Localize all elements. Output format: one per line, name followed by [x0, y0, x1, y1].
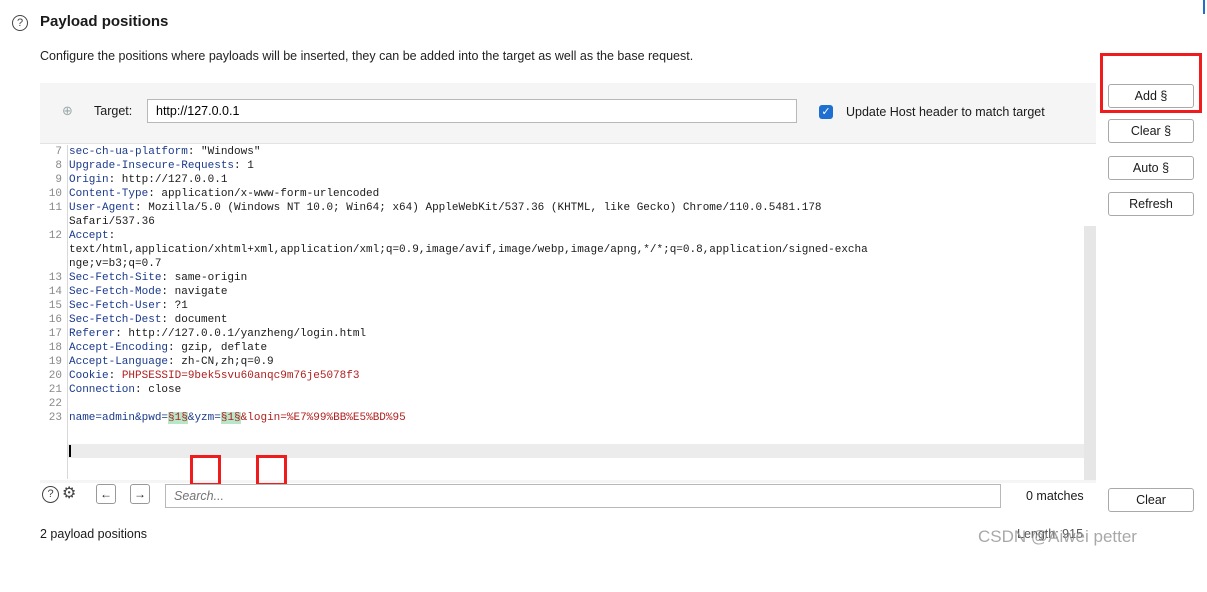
watermark: CSDN @Aiwei petter — [978, 527, 1137, 546]
add-marker-button[interactable]: Add § — [1108, 84, 1194, 108]
payload-positions-count: 2 payload positions — [40, 527, 148, 541]
search-next-button[interactable]: → — [130, 484, 150, 504]
request-lines: 7 sec-ch-ua-platform: "Windows" 8 Upgrade-… — [48, 146, 868, 424]
refresh-button[interactable]: Refresh — [1108, 192, 1194, 216]
target-crosshair-icon: ⊕ — [62, 103, 73, 118]
annotation-box-marker-2 — [256, 455, 287, 486]
update-host-checkbox[interactable]: ✓ — [819, 105, 833, 119]
section-title: Payload positions — [40, 13, 169, 30]
arrow-left-icon: ← — [100, 487, 112, 501]
payload-marker: §1§ — [220, 412, 241, 424]
update-host-label: Update Host header to match target — [846, 105, 1045, 119]
section-description: Configure the positions where payloads w… — [40, 49, 694, 63]
search-help-icon[interactable]: ? — [42, 486, 59, 503]
search-previous-button[interactable]: ← — [96, 484, 116, 504]
target-label: Target: — [94, 104, 133, 118]
window-edge — [1203, 0, 1205, 14]
search-input[interactable] — [165, 484, 1001, 508]
text-caret — [69, 445, 71, 457]
annotation-box-marker-1 — [190, 455, 221, 486]
target-input[interactable] — [147, 99, 797, 123]
settings-gear-icon[interactable]: ⚙ — [62, 484, 82, 504]
editor-scrollbar[interactable] — [1084, 226, 1096, 480]
clear-markers-button[interactable]: Clear § — [1108, 119, 1194, 143]
match-count: 0 matches — [1026, 489, 1084, 503]
payload-marker: §1§ — [168, 412, 188, 424]
clear-search-button[interactable]: Clear — [1108, 488, 1194, 512]
auto-markers-button[interactable]: Auto § — [1108, 156, 1194, 180]
arrow-right-icon: → — [134, 487, 146, 501]
help-icon[interactable]: ? — [12, 15, 28, 31]
